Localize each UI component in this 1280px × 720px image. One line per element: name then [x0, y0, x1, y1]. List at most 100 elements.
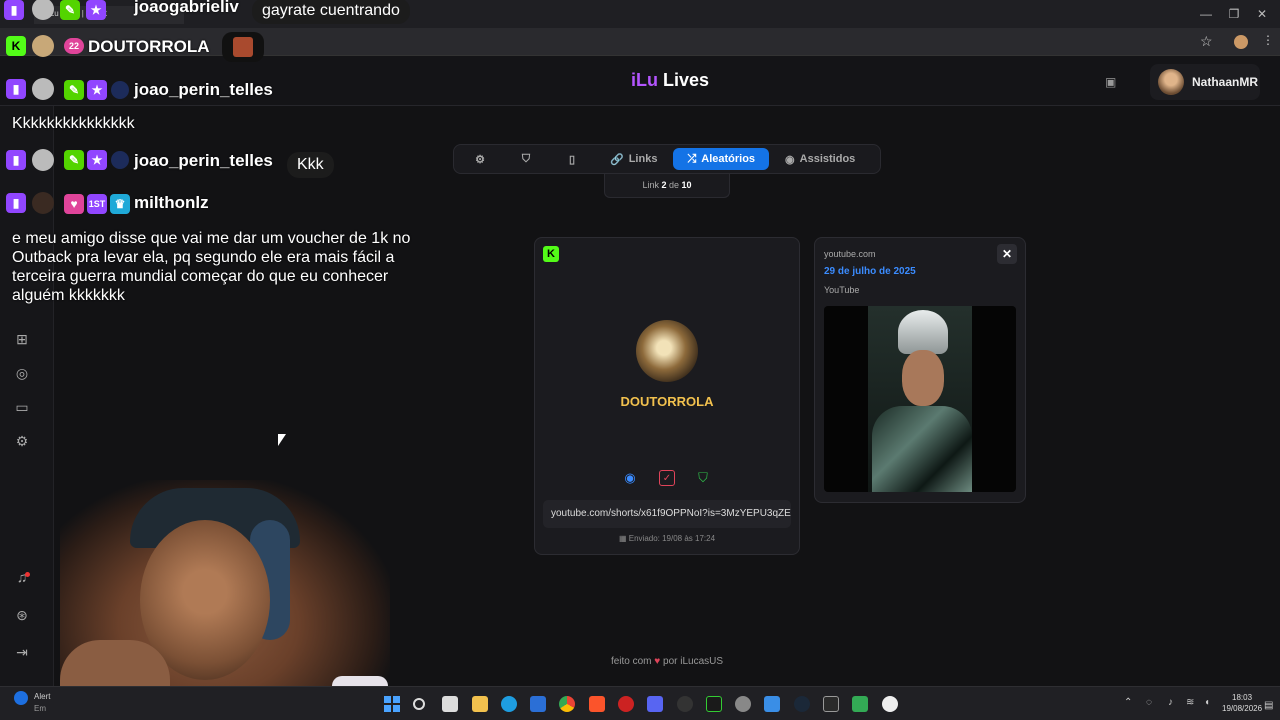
chat-username: milthonlz	[134, 193, 209, 212]
tab-settings[interactable]: ⚙	[458, 148, 502, 170]
taskbar	[0, 686, 1280, 720]
tab-links[interactable]: 🔗 Links	[596, 148, 671, 170]
twitch-badge-icon: ▮	[4, 0, 24, 20]
link-counter: Link 2 de 10	[604, 174, 730, 198]
tab-assistidos[interactable]: ◉ Assistidos	[771, 148, 869, 170]
star-badge-icon: ★	[87, 80, 107, 100]
kick-icon: K	[6, 36, 26, 56]
github-icon[interactable]	[882, 696, 898, 712]
notification-center-icon[interactable]: ▤	[1264, 700, 1273, 711]
sent-timestamp: ▦ Enviado: 19/08 às 17:24	[618, 534, 716, 543]
approve-shield-icon[interactable]: ⛉	[695, 470, 711, 486]
tab-device[interactable]: ▯	[550, 148, 594, 170]
twitch-badge-icon: ▮	[6, 79, 26, 99]
crown-badge-icon: ♛	[110, 194, 130, 214]
tab-aleatorios[interactable]: ⤮ Aleatórios	[673, 148, 770, 170]
network-icon[interactable]: ◌	[1146, 697, 1152, 708]
submitter-avatar	[636, 320, 698, 382]
minimize-icon[interactable]: —	[1196, 4, 1216, 24]
task-view-icon[interactable]	[442, 696, 458, 712]
opera-icon[interactable]	[618, 696, 634, 712]
notification-bell-icon[interactable]: ♫	[13, 568, 31, 586]
steam-icon[interactable]	[794, 696, 810, 712]
close-preview-button[interactable]: ✕	[997, 244, 1017, 264]
user-name: NathaanMR	[1192, 75, 1259, 89]
preview-site: youtube.com	[824, 249, 876, 259]
nasa-badge-icon	[111, 81, 129, 99]
mark-checkbox-icon[interactable]: ✓	[659, 470, 675, 486]
book-icon[interactable]: ▣	[1105, 75, 1121, 89]
chat-bubble: gayrate cuentrando	[252, 0, 410, 24]
windows-start-icon[interactable]	[384, 696, 400, 712]
sword-badge-icon: ✎	[64, 150, 84, 170]
wifi-icon[interactable]: ≋	[1186, 697, 1194, 708]
tabs-bar: ⚙ ⛉ ▯ 🔗 Links ⤮ Aleatórios ◉ Assistidos	[453, 144, 881, 174]
settings-app-icon[interactable]	[735, 696, 751, 712]
brave-icon[interactable]	[589, 696, 605, 712]
tab-moderation[interactable]: ⛉	[504, 148, 548, 170]
search-icon[interactable]	[413, 698, 425, 710]
gift-icon[interactable]: ⊞	[13, 330, 31, 348]
first-badge-icon: 1ST	[87, 194, 107, 214]
video-thumbnail[interactable]	[824, 306, 1016, 492]
chat-bubble: Kkk	[287, 152, 334, 178]
discord-icon[interactable]	[647, 696, 663, 712]
star-badge-icon: ★	[87, 150, 107, 170]
preview-provider: YouTube	[824, 285, 860, 295]
app-icon[interactable]	[852, 696, 868, 712]
app-logo[interactable]: iLu Lives	[610, 70, 730, 91]
user-menu-button[interactable]: NathaanMR	[1150, 64, 1260, 100]
heart-badge-icon: ♥	[64, 194, 84, 214]
chat-icon[interactable]: ▭	[13, 398, 31, 416]
volume-icon[interactable]: ◖	[1204, 697, 1210, 708]
gear-icon: ⚙	[475, 153, 485, 166]
emote-icon	[233, 37, 253, 57]
help-icon[interactable]: ⊛	[13, 606, 31, 624]
chat-username: joao_perin_telles	[134, 80, 273, 99]
calendar-icon: ▦	[618, 534, 627, 543]
chat-message: Kkkkkkkkkkkkkkk	[12, 115, 135, 132]
settings-icon[interactable]: ⚙	[13, 432, 31, 450]
chat-avatar	[32, 35, 54, 57]
watch-eye-icon[interactable]: ◉	[622, 470, 638, 486]
twitch-badge-icon: ▮	[6, 150, 26, 170]
file-explorer-icon[interactable]	[472, 696, 488, 712]
avatar	[1158, 69, 1184, 95]
heart-icon: ♥	[654, 656, 661, 667]
obs-icon[interactable]	[677, 696, 693, 712]
store-icon[interactable]	[530, 696, 546, 712]
logout-icon[interactable]: ⇥	[13, 643, 31, 661]
epic-games-icon[interactable]	[823, 696, 839, 712]
eye-icon: ◉	[785, 153, 795, 166]
chat-avatar	[32, 192, 54, 214]
alert-icon[interactable]	[14, 691, 28, 705]
chat-username: DOUTORROLA	[88, 37, 210, 56]
twitch-badge-icon: ▮	[6, 193, 26, 213]
mouse-cursor	[278, 434, 286, 446]
chat-avatar	[32, 149, 54, 171]
alert-label: Alert	[34, 692, 51, 701]
bookmark-star-icon[interactable]: ☆	[1200, 33, 1213, 50]
chat-avatar	[32, 78, 54, 100]
photos-icon[interactable]	[764, 696, 780, 712]
preview-date[interactable]: 29 de julho de 2025	[824, 266, 916, 277]
tablet-icon: ▯	[568, 153, 576, 166]
chrome-icon[interactable]	[559, 696, 575, 712]
edge-icon[interactable]	[501, 696, 517, 712]
tray-chevron-icon[interactable]: ⌃	[1124, 697, 1132, 708]
close-window-icon[interactable]: ✕	[1252, 4, 1272, 24]
alert-sub: Em	[34, 704, 46, 713]
webcam-overlay	[60, 480, 390, 720]
terminal-icon[interactable]	[706, 696, 722, 712]
shuffle-icon: ⤮	[687, 152, 697, 165]
submitted-url[interactable]: youtube.com/shorts/x61f9OPPNoI?is=3MzYEP…	[543, 500, 791, 528]
sword-badge-icon: ✎	[60, 0, 80, 20]
award-icon[interactable]: ◎	[13, 364, 31, 382]
browser-menu-icon[interactable]: ⋮	[1262, 33, 1274, 47]
maximize-icon[interactable]: ❐	[1224, 4, 1244, 24]
kick-badge-icon: K	[543, 246, 559, 262]
clock[interactable]: 18:03 19/08/2026	[1222, 692, 1262, 714]
submitter-name: DOUTORROLA	[620, 394, 714, 409]
mic-icon[interactable]: ♪	[1168, 697, 1173, 708]
profile-icon[interactable]	[1234, 35, 1248, 49]
